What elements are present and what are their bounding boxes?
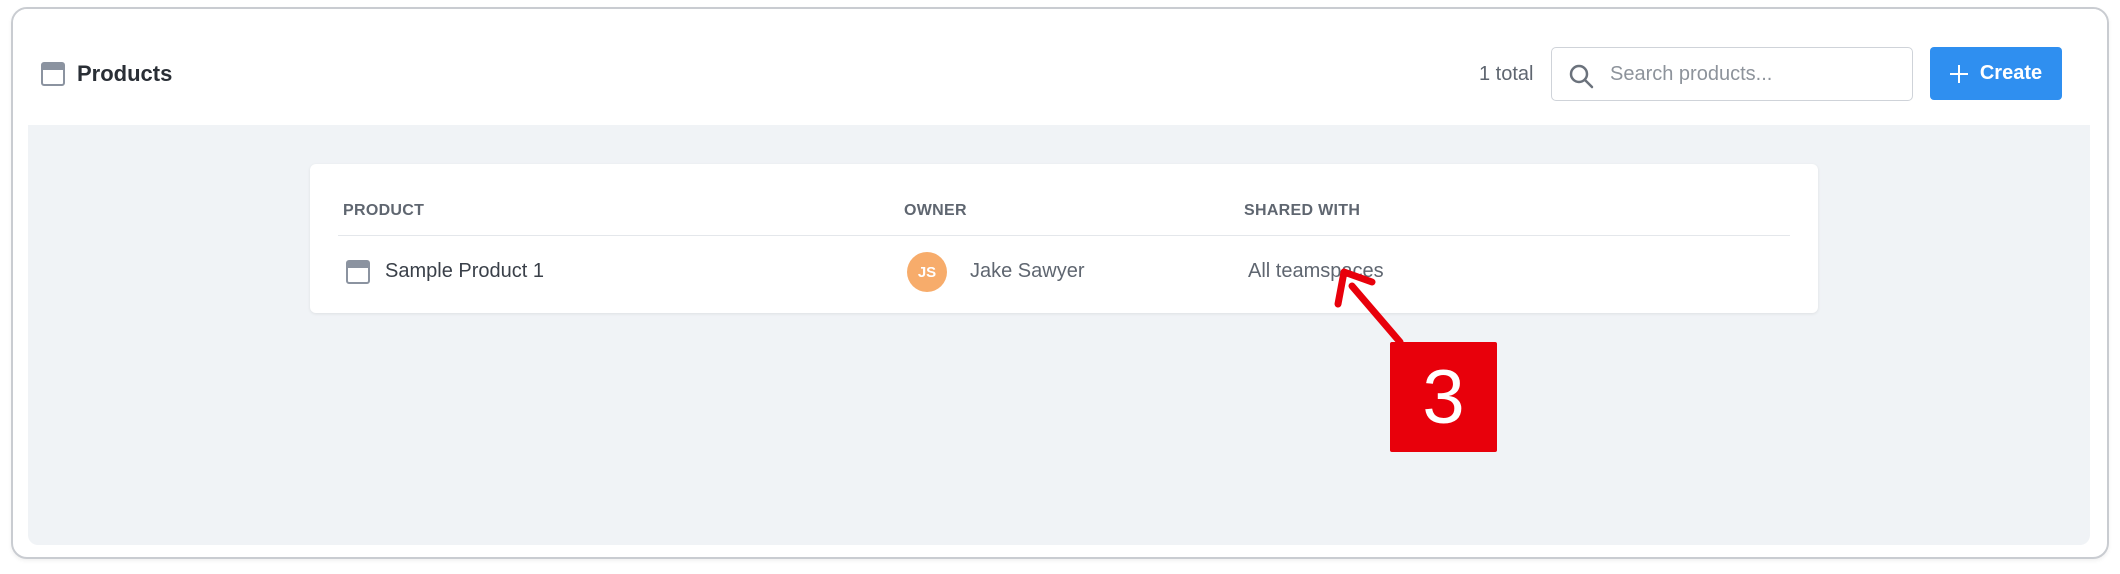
page-title: Products xyxy=(77,61,173,86)
search-icon xyxy=(1569,64,1594,89)
column-header-owner[interactable]: OWNER xyxy=(904,202,967,220)
product-window-icon xyxy=(346,260,370,284)
product-window-icon xyxy=(41,62,65,86)
create-button[interactable]: Create xyxy=(1930,47,2062,100)
product-name-link[interactable]: Sample Product 1 xyxy=(385,260,544,283)
column-header-product[interactable]: PRODUCT xyxy=(343,202,424,220)
plus-icon xyxy=(1949,64,1968,83)
column-header-shared-with[interactable]: SHARED WITH xyxy=(1244,202,1360,220)
search-box[interactable] xyxy=(1551,47,1913,101)
table-row[interactable]: Sample Product 1 JS Jake Sawyer All team… xyxy=(310,236,1818,313)
main-content: PRODUCT OWNER SHARED WITH Sample Product… xyxy=(28,125,2090,545)
app-window: Products 1 total Create PRODUCT OWNER SH… xyxy=(11,7,2109,559)
page-header: Products 1 total Create xyxy=(13,9,2107,125)
owner-name: Jake Sawyer xyxy=(970,260,1085,282)
create-button-label: Create xyxy=(1979,62,2043,84)
search-input[interactable] xyxy=(1610,48,1900,100)
products-table: PRODUCT OWNER SHARED WITH Sample Product… xyxy=(310,164,1818,313)
annotation-step-badge: 3 xyxy=(1390,342,1497,452)
total-count: 1 total xyxy=(1479,63,1534,85)
avatar: JS xyxy=(907,252,947,292)
